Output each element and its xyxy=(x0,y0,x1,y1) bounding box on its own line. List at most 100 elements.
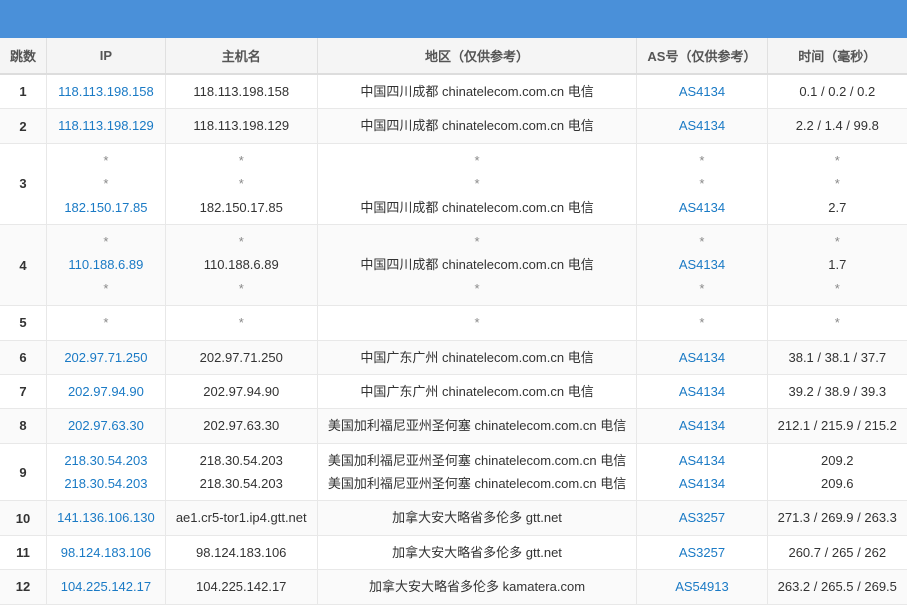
col-hop: 跳数 xyxy=(0,38,47,74)
col-region: 地区（仅供参考） xyxy=(317,38,637,74)
cell: 加拿大安大略省多伦多 gtt.net xyxy=(317,501,637,535)
as-cell[interactable]: AS4134 xyxy=(637,340,767,374)
ip-link[interactable]: 218.30.54.203 xyxy=(64,476,147,491)
table-row: 5***** xyxy=(0,306,907,340)
as-link[interactable]: AS4134 xyxy=(679,257,725,272)
cell: *110.188.6.89* xyxy=(165,224,317,305)
as-link[interactable]: AS3257 xyxy=(679,545,725,560)
ip-link[interactable]: 182.150.17.85 xyxy=(64,200,147,215)
hop-cell: 9 xyxy=(0,443,47,501)
as-cell[interactable]: AS4134 xyxy=(637,409,767,443)
cell: 118.113.198.158 xyxy=(165,74,317,109)
table-row: 12104.225.142.17104.225.142.17加拿大安大略省多伦多… xyxy=(0,570,907,604)
cell: 260.7 / 265 / 262 xyxy=(767,535,907,569)
ip-cell[interactable]: *110.188.6.89* xyxy=(47,224,166,305)
ip-link[interactable]: 110.188.6.89 xyxy=(68,257,143,272)
table-row: 9218.30.54.203218.30.54.203218.30.54.203… xyxy=(0,443,907,501)
as-link[interactable]: AS4134 xyxy=(679,84,725,99)
ip-link[interactable]: 218.30.54.203 xyxy=(64,453,147,468)
table-row: 8202.97.63.30202.97.63.30美国加利福尼亚州圣何塞 chi… xyxy=(0,409,907,443)
cell: 202.97.71.250 xyxy=(165,340,317,374)
ip-link[interactable]: 118.113.198.129 xyxy=(58,118,154,133)
cell: * xyxy=(767,306,907,340)
ip-cell[interactable]: 141.136.106.130 xyxy=(47,501,166,535)
ip-cell[interactable]: 98.124.183.106 xyxy=(47,535,166,569)
as-link[interactable]: AS4134 xyxy=(679,418,725,433)
cell: 美国加利福尼亚州圣何塞 chinatelecom.com.cn 电信美国加利福尼… xyxy=(317,443,637,501)
as-cell[interactable]: AS3257 xyxy=(637,535,767,569)
ip-link[interactable]: 118.113.198.158 xyxy=(58,84,154,99)
as-cell[interactable]: AS4134 xyxy=(637,109,767,143)
ip-cell[interactable]: 202.97.94.90 xyxy=(47,374,166,408)
ip-link[interactable]: 141.136.106.130 xyxy=(57,510,155,525)
cell: 263.2 / 265.5 / 269.5 xyxy=(767,570,907,604)
cell: * xyxy=(165,306,317,340)
table-row: 6202.97.71.250202.97.71.250中国广东广州 chinat… xyxy=(0,340,907,374)
hop-cell: 8 xyxy=(0,409,47,443)
cell: 271.3 / 269.9 / 263.3 xyxy=(767,501,907,535)
as-link[interactable]: AS4134 xyxy=(679,350,725,365)
cell: **2.7 xyxy=(767,143,907,224)
as-link[interactable]: AS54913 xyxy=(675,579,729,594)
as-cell[interactable]: AS4134 xyxy=(637,74,767,109)
table-header-row: 跳数 IP 主机名 地区（仅供参考） AS号（仅供参考） 时间（毫秒） xyxy=(0,38,907,74)
as-cell[interactable]: AS4134 xyxy=(637,374,767,408)
ip-link[interactable]: 202.97.71.250 xyxy=(64,350,147,365)
as-cell[interactable]: AS3257 xyxy=(637,501,767,535)
as-cell[interactable]: **AS4134 xyxy=(637,143,767,224)
ip-cell[interactable]: * xyxy=(47,306,166,340)
cell: 中国四川成都 chinatelecom.com.cn 电信 xyxy=(317,109,637,143)
table-row: 1118.113.198.158118.113.198.158中国四川成都 ch… xyxy=(0,74,907,109)
cell: 中国四川成都 chinatelecom.com.cn 电信 xyxy=(317,74,637,109)
ip-cell[interactable]: **182.150.17.85 xyxy=(47,143,166,224)
hop-cell: 12 xyxy=(0,570,47,604)
as-cell[interactable]: * xyxy=(637,306,767,340)
ip-link[interactable]: 98.124.183.106 xyxy=(61,545,151,560)
cell: 212.1 / 215.9 / 215.2 xyxy=(767,409,907,443)
hop-cell: 2 xyxy=(0,109,47,143)
ip-cell[interactable]: 104.225.142.17 xyxy=(47,570,166,604)
cell: *中国四川成都 chinatelecom.com.cn 电信* xyxy=(317,224,637,305)
as-link[interactable]: AS3257 xyxy=(679,510,725,525)
cell: 38.1 / 38.1 / 37.7 xyxy=(767,340,907,374)
cell: 98.124.183.106 xyxy=(165,535,317,569)
hop-cell: 7 xyxy=(0,374,47,408)
as-link[interactable]: AS4134 xyxy=(679,453,725,468)
cell: 202.97.63.30 xyxy=(165,409,317,443)
hop-cell: 11 xyxy=(0,535,47,569)
cell: 中国广东广州 chinatelecom.com.cn 电信 xyxy=(317,374,637,408)
hop-cell: 4 xyxy=(0,224,47,305)
ip-cell[interactable]: 118.113.198.158 xyxy=(47,74,166,109)
cell: 加拿大安大略省多伦多 kamatera.com xyxy=(317,570,637,604)
as-link[interactable]: AS4134 xyxy=(679,384,725,399)
ip-cell[interactable]: 202.97.71.250 xyxy=(47,340,166,374)
as-link[interactable]: AS4134 xyxy=(679,476,725,491)
cell: 39.2 / 38.9 / 39.3 xyxy=(767,374,907,408)
ip-link[interactable]: 104.225.142.17 xyxy=(61,579,151,594)
as-cell[interactable]: AS54913 xyxy=(637,570,767,604)
as-link[interactable]: AS4134 xyxy=(679,118,725,133)
as-link[interactable]: AS4134 xyxy=(679,200,725,215)
hop-cell: 6 xyxy=(0,340,47,374)
table-row: 1198.124.183.10698.124.183.106加拿大安大略省多伦多… xyxy=(0,535,907,569)
as-cell[interactable]: AS4134 AS4134 xyxy=(637,443,767,501)
ip-cell[interactable]: 218.30.54.203 218.30.54.203 xyxy=(47,443,166,501)
cell: 美国加利福尼亚州圣何塞 chinatelecom.com.cn 电信 xyxy=(317,409,637,443)
cell: 104.225.142.17 xyxy=(165,570,317,604)
cell: 0.1 / 0.2 / 0.2 xyxy=(767,74,907,109)
cell: 209.2209.6 xyxy=(767,443,907,501)
ip-link[interactable]: 202.97.94.90 xyxy=(68,384,144,399)
traceroute-table: 跳数 IP 主机名 地区（仅供参考） AS号（仅供参考） 时间（毫秒） 11 18… xyxy=(0,38,907,605)
col-as: AS号（仅供参考） xyxy=(637,38,767,74)
as-cell[interactable]: *AS4134* xyxy=(637,224,767,305)
cell: 218.30.54.203218.30.54.203 xyxy=(165,443,317,501)
table-row: 4*110.188.6.89**110.188.6.89**中国四川成都 chi… xyxy=(0,224,907,305)
col-hostname: 主机名 xyxy=(165,38,317,74)
ip-link[interactable]: 202.97.63.30 xyxy=(68,418,144,433)
ip-cell[interactable]: 202.97.63.30 xyxy=(47,409,166,443)
hop-cell: 10 xyxy=(0,501,47,535)
table-row: 7202.97.94.90202.97.94.90中国广东广州 chinatel… xyxy=(0,374,907,408)
cell: ae1.cr5-tor1.ip4.gtt.net xyxy=(165,501,317,535)
ip-cell[interactable]: 118.113.198.129 xyxy=(47,109,166,143)
table-row: 10 141.136.106.130 ae1.cr5-tor1.ip4.gtt.ne… xyxy=(0,501,907,535)
